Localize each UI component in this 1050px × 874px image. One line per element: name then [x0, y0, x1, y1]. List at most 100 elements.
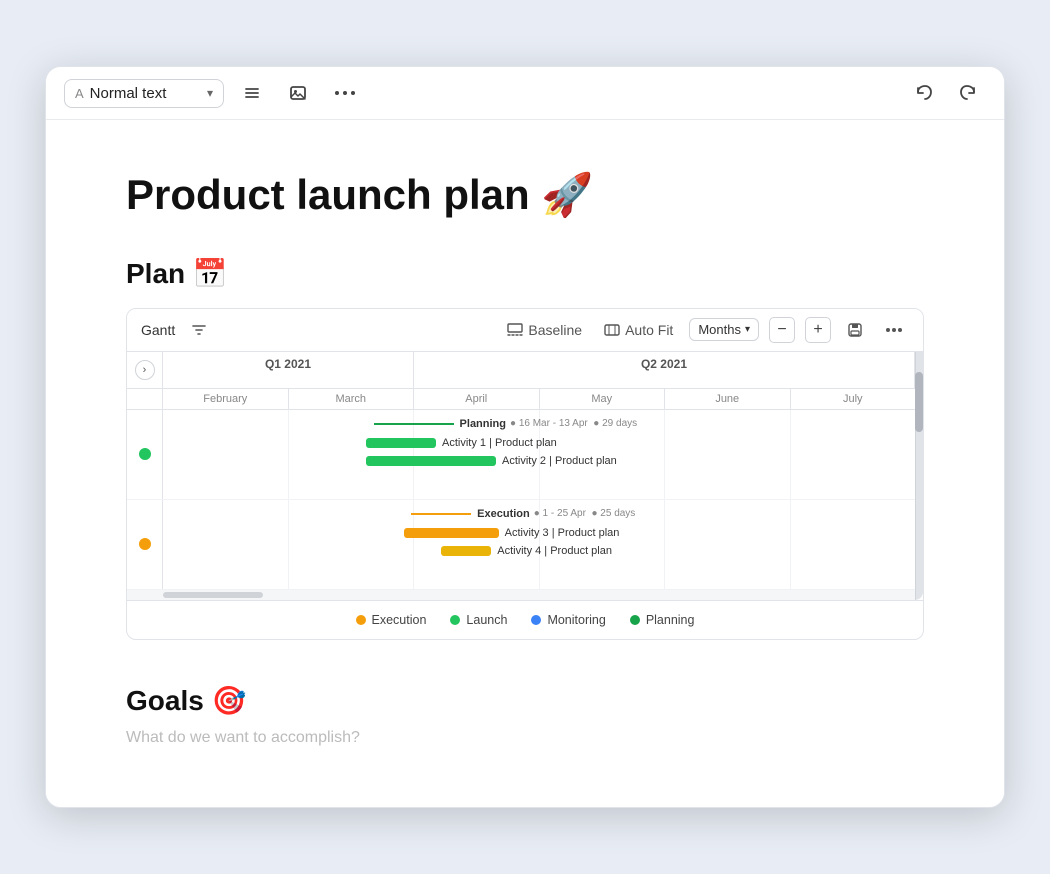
legend-monitoring: Monitoring — [531, 613, 605, 627]
more-button[interactable] — [326, 83, 364, 103]
undo-button[interactable] — [906, 77, 942, 109]
legend-launch: Launch — [450, 613, 507, 627]
activity1-bar-fill — [366, 438, 436, 448]
legend-dot-monitoring — [531, 615, 541, 625]
redo-icon — [958, 83, 978, 103]
legend-label-launch: Launch — [466, 613, 507, 627]
planning-header-bar: Planning ● 16 Mar - 13 Apr ● 29 days — [374, 414, 915, 434]
legend-dot-execution — [356, 615, 366, 625]
row-indicator-execution — [127, 500, 163, 589]
months-label: Months — [698, 322, 741, 337]
activity3-bar-fill — [404, 528, 499, 538]
row-indicator-planning — [127, 410, 163, 499]
autofit-button[interactable]: Auto Fit — [598, 318, 679, 342]
execution-meta: ● 1 - 25 Apr ● 25 days — [534, 508, 636, 519]
quarter-q2: Q2 2021 — [414, 352, 915, 388]
gantt-scrollbar-thumb — [915, 372, 923, 432]
legend-dot-launch — [450, 615, 460, 625]
planning-bars: Planning ● 16 Mar - 13 Apr ● 29 days Act… — [163, 410, 915, 474]
text-style-selector[interactable]: A Normal text ▾ — [64, 79, 224, 108]
gantt-more-icon — [885, 327, 903, 333]
legend-execution: Execution — [356, 613, 427, 627]
app-container: A Normal text ▾ — [45, 66, 1005, 807]
baseline-label: Baseline — [528, 322, 582, 338]
activity2-bar: Activity 2 | Product plan — [366, 452, 915, 470]
month-april: April — [414, 389, 540, 409]
activity2-bar-fill — [366, 456, 496, 466]
execution-label: Execution — [477, 508, 530, 520]
month-february: February — [163, 389, 289, 409]
toolbar: A Normal text ▾ — [46, 67, 1004, 120]
goals-placeholder[interactable]: What do we want to accomplish? — [126, 729, 924, 747]
gantt-quarter-row: › Q1 2021 Q2 2021 — [127, 352, 915, 389]
gantt-legend: Execution Launch Monitoring Planning — [127, 600, 923, 639]
filter-icon — [191, 322, 207, 338]
legend-label-execution: Execution — [372, 613, 427, 627]
execution-bars: Execution ● 1 - 25 Apr ● 25 days Activit… — [163, 500, 915, 564]
autofit-icon — [604, 323, 620, 337]
execution-header-bar: Execution ● 1 - 25 Apr ● 25 days — [411, 504, 915, 524]
months-chevron-icon: ▾ — [745, 324, 750, 335]
gantt-chart-wrapper: › Q1 2021 Q2 2021 February March — [127, 352, 923, 600]
planning-label: Planning — [460, 418, 506, 430]
gantt-row-execution: Execution ● 1 - 25 Apr ● 25 days Activit… — [127, 500, 915, 590]
page-content: Product launch plan 🚀 Plan 📅 Gantt — [46, 120, 1004, 806]
legend-label-monitoring: Monitoring — [547, 613, 605, 627]
list-icon — [242, 83, 262, 103]
page-title: Product launch plan 🚀 — [126, 170, 924, 220]
gantt-months-row: February March April May June July — [127, 389, 915, 410]
activity1-bar: Activity 1 | Product plan — [366, 434, 915, 452]
gantt-scrollbar[interactable] — [163, 592, 263, 598]
plan-heading: Plan 📅 — [126, 257, 924, 290]
activity4-bar: Activity 4 | Product plan — [441, 542, 915, 560]
month-may: May — [540, 389, 666, 409]
gantt-toggle-col: › — [127, 352, 163, 388]
quarter-q1: Q1 2021 — [163, 352, 414, 388]
gantt-toolbar: Gantt Baseline — [127, 309, 923, 352]
autofit-label: Auto Fit — [625, 322, 673, 338]
month-june: June — [665, 389, 791, 409]
gantt-more-button[interactable] — [879, 323, 909, 337]
activity3-label: Activity 3 | Product plan — [505, 527, 620, 539]
redo-button[interactable] — [950, 77, 986, 109]
legend-planning: Planning — [630, 613, 695, 627]
list-button[interactable] — [234, 77, 270, 109]
legend-dot-planning — [630, 615, 640, 625]
activity3-bar: Activity 3 | Product plan — [404, 524, 915, 542]
activity2-label: Activity 2 | Product plan — [502, 455, 617, 467]
image-button[interactable] — [280, 77, 316, 109]
filter-button[interactable] — [185, 318, 213, 342]
activity1-label: Activity 1 | Product plan — [442, 437, 557, 449]
goals-section: Goals 🎯 What do we want to accomplish? — [126, 684, 924, 747]
gantt-vertical-scrollbar[interactable] — [915, 352, 923, 600]
activity4-bar-fill — [441, 546, 491, 556]
zoom-in-button[interactable]: + — [805, 317, 831, 343]
text-style-a-icon: A — [75, 86, 84, 101]
gantt-label: Gantt — [141, 322, 175, 338]
gantt-scrollbar-area — [127, 590, 915, 600]
goals-heading: Goals 🎯 — [126, 684, 924, 717]
zoom-plus-icon: + — [813, 321, 822, 339]
execution-timeline: Execution ● 1 - 25 Apr ● 25 days Activit… — [163, 500, 915, 589]
chevron-down-icon: ▾ — [207, 86, 213, 100]
months-selector[interactable]: Months ▾ — [689, 318, 759, 341]
gantt-row-planning: Planning ● 16 Mar - 13 Apr ● 29 days Act… — [127, 410, 915, 500]
zoom-out-button[interactable]: − — [769, 317, 795, 343]
baseline-button[interactable]: Baseline — [501, 318, 588, 342]
text-style-label: Normal text — [90, 85, 201, 102]
undo-icon — [914, 83, 934, 103]
image-icon — [288, 83, 308, 103]
legend-label-planning: Planning — [646, 613, 695, 627]
save-icon — [847, 322, 863, 338]
baseline-icon — [507, 323, 523, 337]
planning-dot — [139, 448, 151, 460]
gantt-collapse-button[interactable]: › — [135, 360, 155, 380]
save-button[interactable] — [841, 318, 869, 342]
zoom-minus-icon: − — [777, 321, 786, 339]
plan-section: Plan 📅 Gantt — [126, 257, 924, 640]
month-july: July — [791, 389, 916, 409]
activity4-label: Activity 4 | Product plan — [497, 545, 612, 557]
planning-meta: ● 16 Mar - 13 Apr ● 29 days — [510, 418, 637, 429]
month-march: March — [289, 389, 415, 409]
execution-dot — [139, 538, 151, 550]
